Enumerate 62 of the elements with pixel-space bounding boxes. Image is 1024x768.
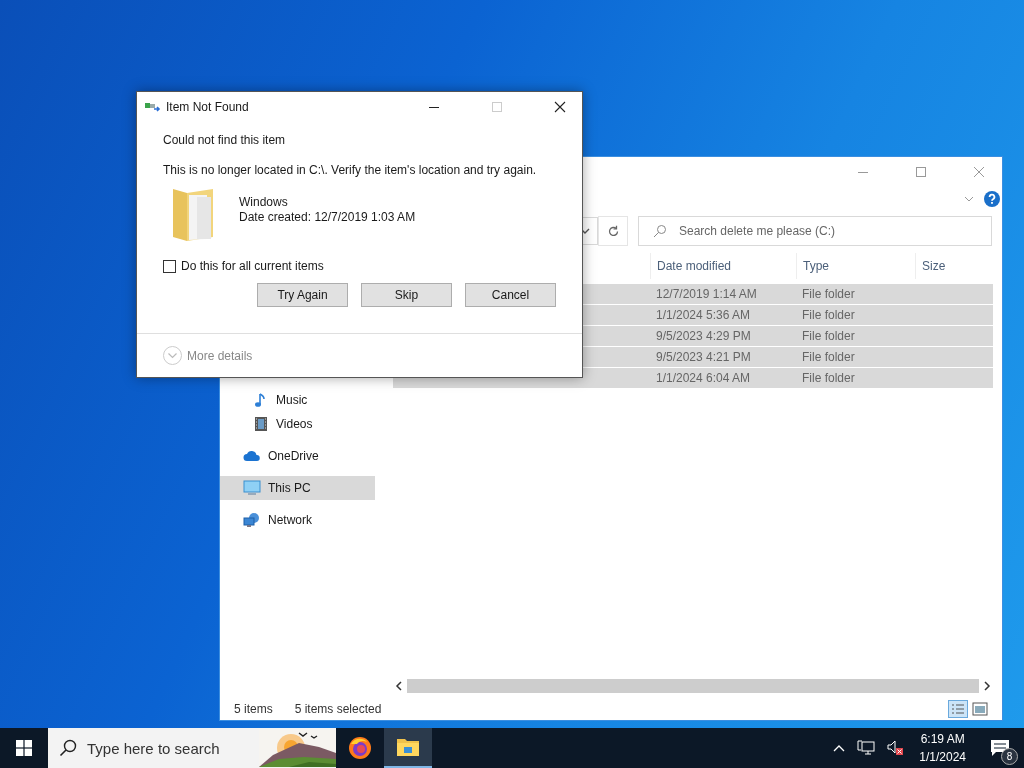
table-cell-text: 1/1/2024 5:36 AM bbox=[655, 308, 752, 322]
scrollbar-thumb[interactable] bbox=[407, 679, 979, 693]
sidebar-item[interactable]: Music bbox=[220, 388, 375, 412]
notification-button[interactable]: 8 bbox=[976, 728, 1024, 768]
chevron-down-icon[interactable] bbox=[964, 196, 974, 202]
table-cell-text: File folder bbox=[801, 350, 856, 364]
refresh-button[interactable] bbox=[598, 216, 628, 246]
horizontal-scrollbar[interactable] bbox=[393, 678, 993, 694]
column-header[interactable]: Size bbox=[915, 253, 993, 279]
cloud-icon bbox=[243, 450, 261, 462]
volume-muted-icon[interactable] bbox=[887, 740, 906, 756]
windows-logo-icon bbox=[16, 740, 32, 756]
window-title: Item Not Found bbox=[166, 99, 249, 114]
maximize-icon[interactable] bbox=[915, 166, 927, 178]
table-cell-text: File folder bbox=[801, 308, 856, 322]
table-cell-text: 9/5/2023 4:29 PM bbox=[655, 329, 752, 343]
scroll-left-icon[interactable] bbox=[395, 681, 403, 691]
selection-count: 5 items selected bbox=[294, 702, 382, 716]
column-header[interactable]: Date modified bbox=[650, 253, 796, 279]
table-cell-text: 9/5/2023 4:21 PM bbox=[655, 350, 752, 364]
sidebar-item[interactable]: This PC bbox=[220, 476, 375, 500]
monitor-icon bbox=[243, 480, 261, 496]
network-icon[interactable] bbox=[857, 740, 876, 756]
item-count: 5 items bbox=[234, 702, 273, 716]
sidebar-item[interactable]: OneDrive bbox=[220, 444, 375, 468]
refresh-icon bbox=[606, 224, 620, 238]
maximize-icon bbox=[491, 100, 503, 113]
dialog-heading: Could not find this item bbox=[163, 133, 287, 149]
chevron-up-icon[interactable] bbox=[833, 744, 846, 752]
item-name: Windows bbox=[239, 195, 289, 209]
checkbox-label[interactable]: Do this for all current items bbox=[181, 259, 324, 273]
search-icon bbox=[59, 739, 77, 757]
dialog-button[interactable]: Cancel bbox=[465, 283, 556, 307]
dialog-button[interactable]: Skip bbox=[361, 283, 452, 307]
file-move-icon bbox=[145, 100, 161, 113]
folder-icon bbox=[396, 737, 420, 757]
item-date-created: Date created: 12/7/2019 1:03 AM bbox=[239, 210, 416, 224]
checkbox[interactable] bbox=[163, 259, 176, 273]
network-icon bbox=[243, 512, 261, 528]
table-cell-text: 12/7/2019 1:14 AM bbox=[655, 287, 758, 301]
film-icon bbox=[253, 416, 269, 432]
table-cell-text: File folder bbox=[801, 371, 856, 385]
table-cell-text: File folder bbox=[801, 287, 856, 301]
sidebar-item[interactable]: Network bbox=[220, 508, 375, 532]
search-field[interactable]: Search delete me please (C:) bbox=[638, 216, 992, 246]
help-icon[interactable] bbox=[984, 191, 1000, 207]
notification-count-badge: 8 bbox=[1001, 748, 1018, 765]
scroll-right-icon[interactable] bbox=[983, 681, 991, 691]
clock-date: 1/1/2024 bbox=[919, 749, 966, 766]
browser-icon bbox=[348, 736, 372, 760]
more-details-link[interactable]: More details bbox=[187, 348, 253, 363]
close-icon[interactable] bbox=[554, 100, 566, 113]
taskbar-app-button[interactable] bbox=[384, 728, 432, 768]
sidebar-item[interactable]: Videos bbox=[220, 412, 375, 436]
column-header[interactable]: Type bbox=[796, 253, 915, 279]
table-cell-text: 1/1/2024 6:04 AM bbox=[655, 371, 752, 385]
dialog-message: This is no longer located in C:\. Verify the item's location and try again. bbox=[163, 163, 538, 177]
search-icon bbox=[653, 224, 667, 238]
clock[interactable]: 6:19 AM 1/1/2024 bbox=[911, 730, 976, 766]
table-cell-text: File folder bbox=[801, 329, 856, 343]
dialog-button[interactable]: Try Again bbox=[257, 283, 348, 307]
clock-time: 6:19 AM bbox=[920, 731, 965, 748]
